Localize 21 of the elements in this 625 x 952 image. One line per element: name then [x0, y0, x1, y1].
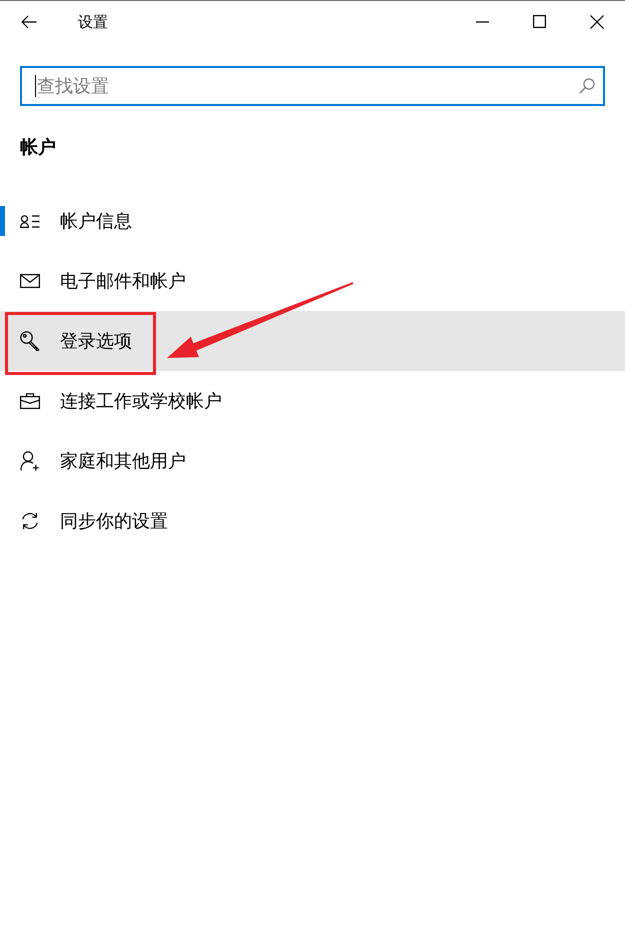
nav-item[interactable]: 同步你的设置 — [0, 491, 625, 551]
search-icon — [579, 78, 595, 94]
minimize-icon — [476, 20, 489, 22]
close-icon — [590, 14, 604, 28]
nav-item[interactable]: 家庭和其他用户 — [0, 431, 625, 491]
sync-icon — [20, 511, 40, 531]
nav-item[interactable]: 帐户信息 — [0, 191, 625, 251]
envelope-icon — [20, 274, 40, 288]
nav-item[interactable]: 电子邮件和帐户 — [0, 251, 625, 311]
text-cursor — [35, 75, 36, 97]
add-person-icon — [20, 451, 40, 471]
section-heading: 帐户 — [20, 136, 57, 160]
briefcase-icon — [20, 393, 40, 409]
person-list-icon — [20, 214, 40, 228]
back-arrow-icon — [21, 14, 37, 28]
nav-item[interactable]: 连接工作或学校帐户 — [0, 371, 625, 431]
key-icon — [20, 331, 40, 351]
search-field[interactable]: 查找设置 — [20, 66, 605, 106]
nav-item[interactable]: 登录选项 — [0, 311, 625, 371]
window-title: 设置 — [78, 12, 108, 32]
maximize-icon — [533, 15, 546, 28]
